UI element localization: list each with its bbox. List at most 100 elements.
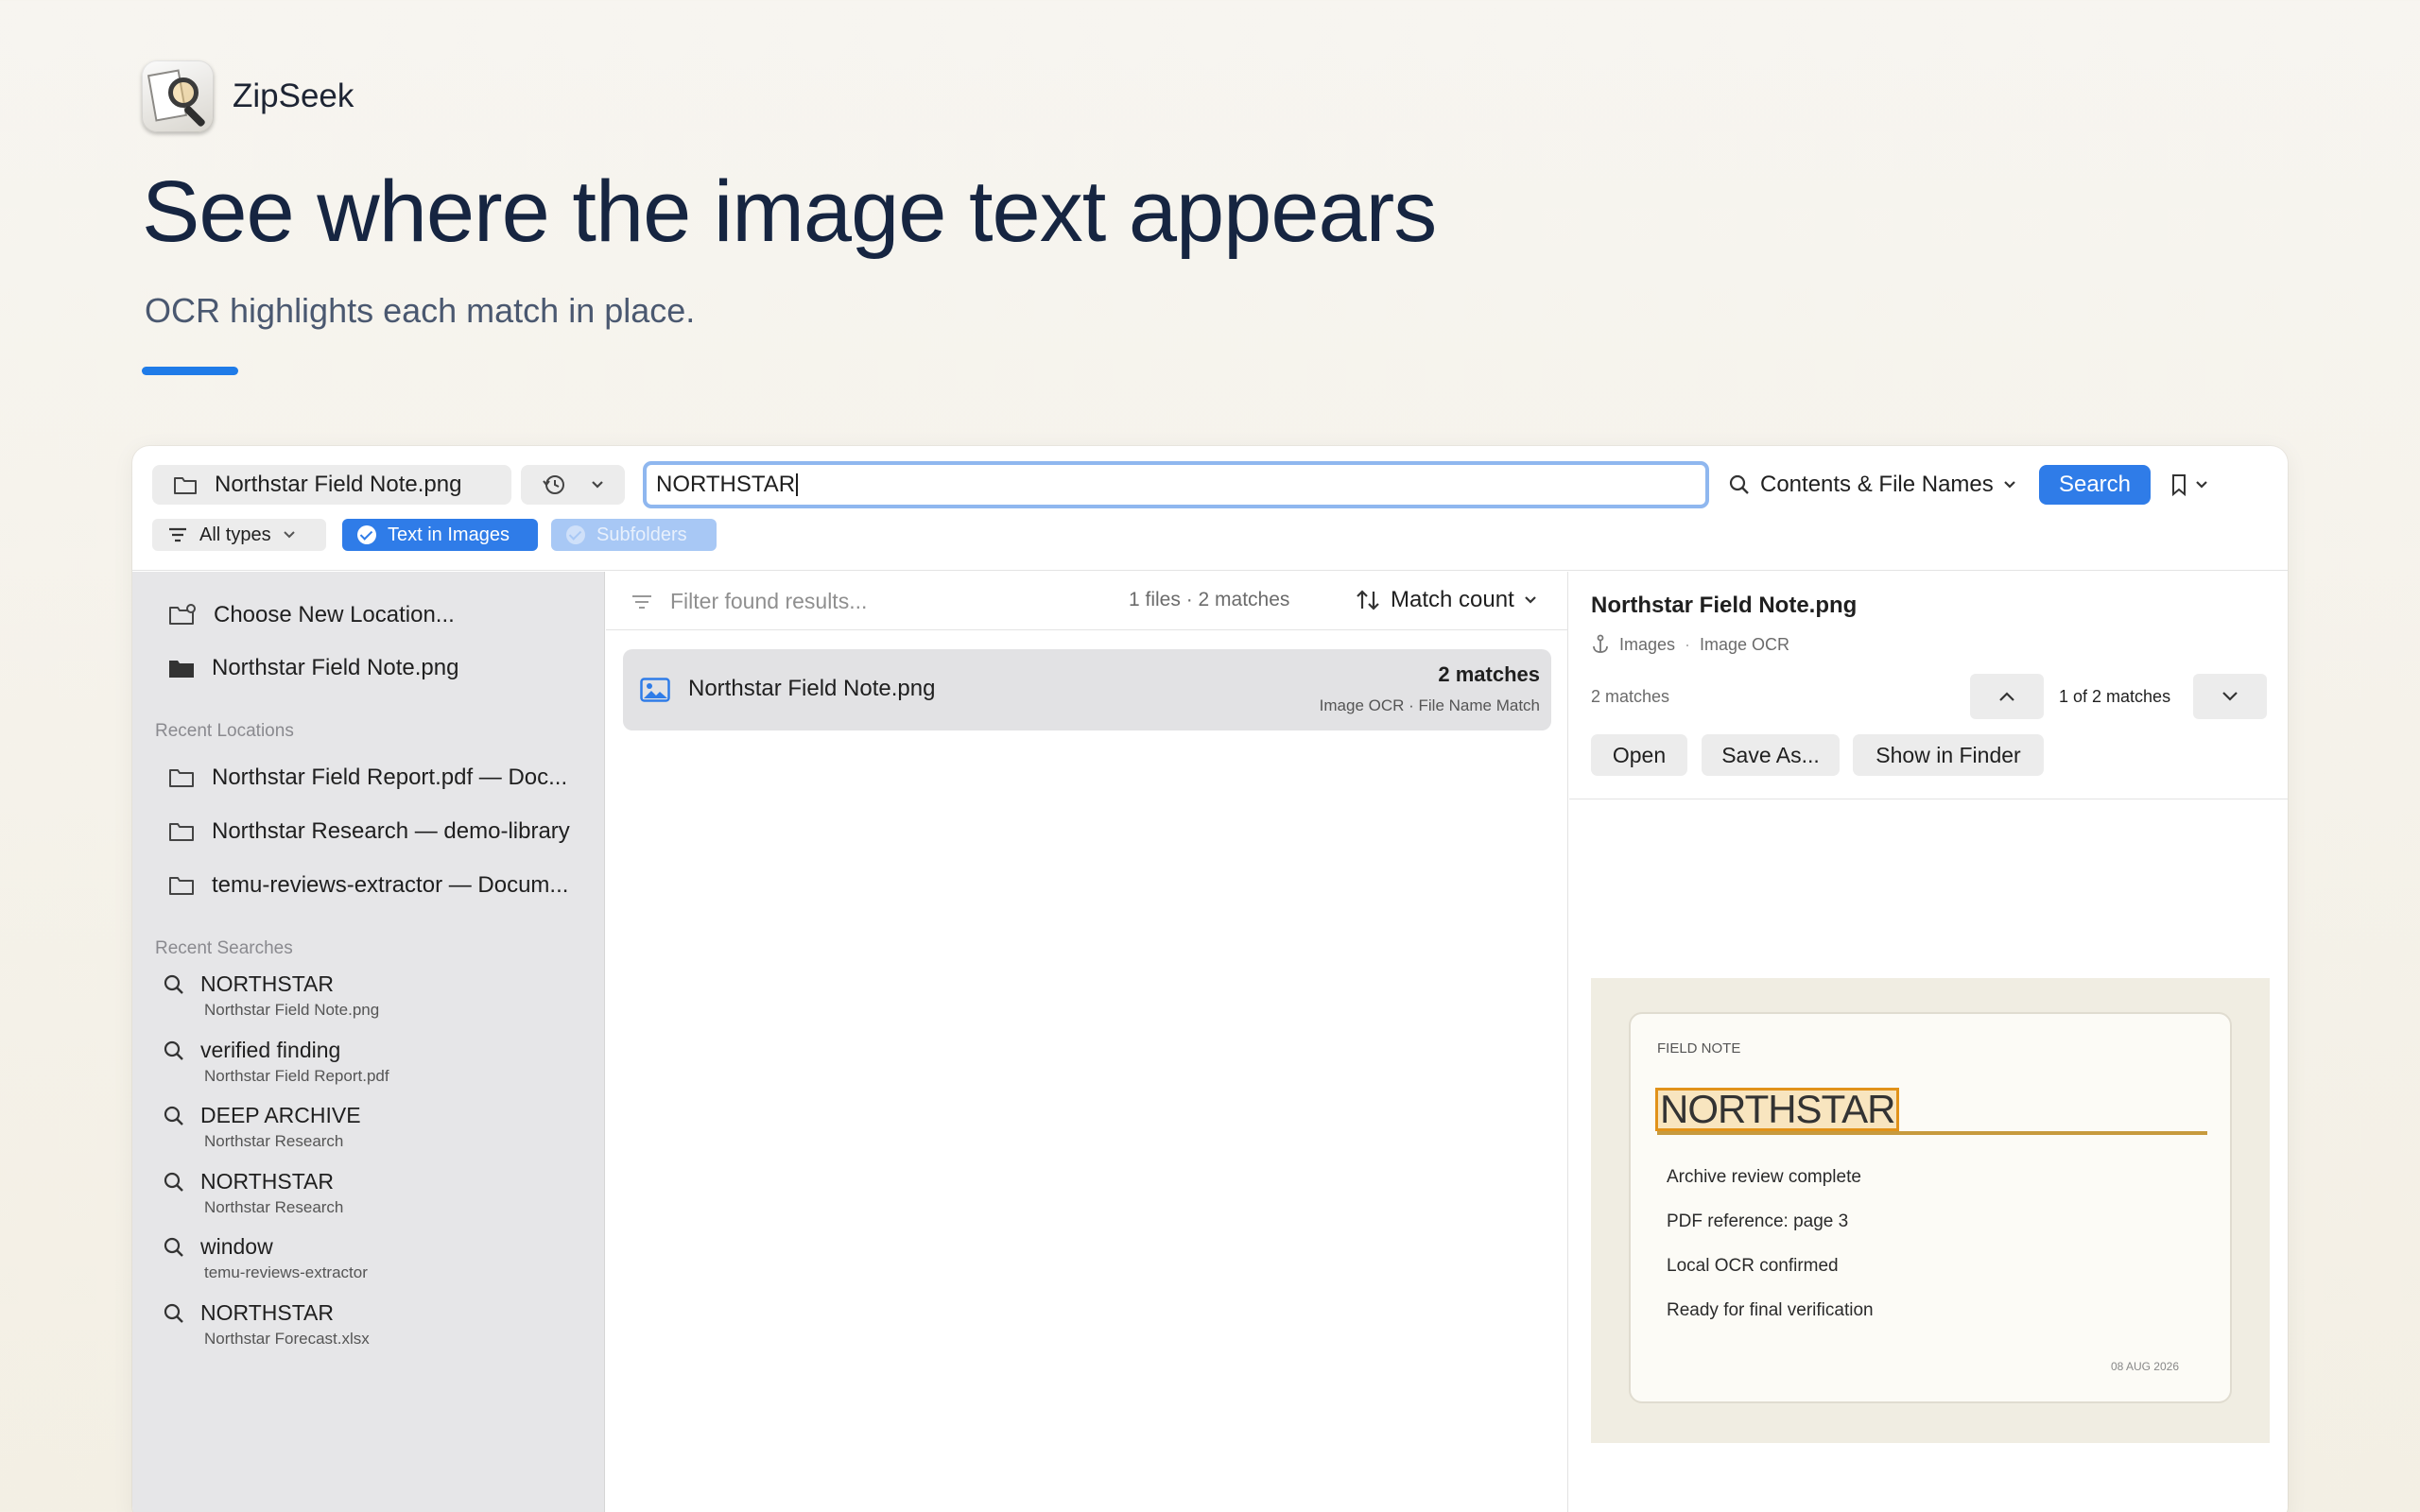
hero-accent-bar	[142, 367, 238, 375]
subfolders-label: Subfolders	[596, 524, 687, 545]
current-location-item[interactable]: Northstar Field Note.png	[168, 655, 458, 681]
save-as-button[interactable]: Save As...	[1702, 734, 1840, 776]
recent-location-item[interactable]: Northstar Research — demo-library	[168, 818, 570, 845]
previous-match-button[interactable]	[1970, 674, 2044, 719]
hero-subtitle: OCR highlights each match in place.	[145, 291, 696, 330]
note-underline	[1657, 1131, 2207, 1135]
recent-search-query: DEEP ARCHIVE	[200, 1103, 361, 1127]
location-label: Northstar Field Note.png	[215, 472, 462, 497]
preview-pane: Northstar Field Note.png Images · Image …	[1569, 572, 2288, 1512]
anchor-icon	[1591, 634, 1610, 655]
next-match-button[interactable]	[2193, 674, 2267, 719]
recent-search-item[interactable]: NORTHSTAR Northstar Field Note.png	[163, 971, 379, 1020]
filter-results-input[interactable]: Filter found results...	[631, 589, 867, 614]
location-button[interactable]: Northstar Field Note.png	[152, 465, 511, 505]
text-in-images-label: Text in Images	[388, 524, 510, 545]
recent-search-item[interactable]: window temu-reviews-extractor	[163, 1234, 368, 1282]
recent-search-location: Northstar Forecast.xlsx	[204, 1330, 370, 1348]
search-icon	[163, 1171, 185, 1194]
folder-plus-icon	[168, 604, 197, 627]
result-summary: 1 files · 2 matches	[1129, 589, 1290, 610]
app-icon	[142, 60, 214, 132]
choose-location-label: Choose New Location...	[214, 602, 455, 627]
show-in-finder-button[interactable]: Show in Finder	[1853, 734, 2044, 776]
text-in-images-toggle[interactable]: Text in Images	[342, 519, 538, 551]
recent-searches-heading: Recent Searches	[155, 938, 293, 958]
recent-search-item[interactable]: verified finding Northstar Field Report.…	[163, 1038, 389, 1086]
field-note-card: FIELD NOTE NORTHSTAR Archive review comp…	[1629, 1012, 2232, 1403]
search-icon	[163, 1040, 185, 1062]
recent-search-location: temu-reviews-extractor	[204, 1263, 368, 1281]
preview-meta: Images · Image OCR	[1591, 634, 1789, 655]
recent-search-item[interactable]: DEEP ARCHIVE Northstar Research	[163, 1103, 361, 1151]
recent-search-item[interactable]: NORTHSTAR Northstar Forecast.xlsx	[163, 1300, 370, 1349]
text-caret	[796, 473, 799, 496]
recent-search-query: window	[200, 1234, 273, 1259]
current-location-label: Northstar Field Note.png	[212, 655, 459, 680]
choose-location-item[interactable]: Choose New Location...	[168, 602, 455, 628]
history-button[interactable]	[521, 465, 625, 505]
recent-search-query: NORTHSTAR	[200, 1300, 334, 1325]
chevron-down-icon	[283, 530, 296, 540]
scope-label: Contents & File Names	[1760, 472, 1994, 497]
recent-location-item[interactable]: Northstar Field Report.pdf — Doc...	[168, 765, 567, 791]
bookmark-icon	[2170, 473, 2187, 496]
meta-separator: ·	[1685, 634, 1691, 654]
folder-icon	[168, 875, 195, 896]
recent-search-location: Northstar Field Report.pdf	[204, 1067, 389, 1085]
open-button[interactable]: Open	[1591, 734, 1687, 776]
chevron-down-icon	[591, 480, 604, 490]
result-row[interactable]: Northstar Field Note.png 2 matches Image…	[623, 649, 1551, 730]
search-icon	[163, 1302, 185, 1325]
chevron-up-icon	[1997, 691, 2016, 702]
note-line: Archive review complete	[1667, 1167, 1861, 1187]
preview-folder: Images	[1619, 634, 1676, 654]
recent-search-item[interactable]: NORTHSTAR Northstar Research	[163, 1169, 343, 1217]
chevron-down-icon	[1524, 595, 1537, 605]
note-line: Local OCR confirmed	[1667, 1256, 1839, 1276]
folder-icon	[168, 767, 195, 788]
search-icon	[163, 973, 185, 996]
brand-name: ZipSeek	[233, 77, 354, 114]
scope-dropdown[interactable]: Contents & File Names	[1728, 465, 2016, 505]
recent-search-location: Northstar Research	[204, 1132, 344, 1150]
preview-title: Northstar Field Note.png	[1591, 593, 1858, 618]
result-match-count: 2 matches	[1438, 662, 1540, 686]
recent-search-location: Northstar Research	[204, 1198, 344, 1216]
sort-dropdown[interactable]: Match count	[1355, 587, 1537, 613]
result-file-name: Northstar Field Note.png	[688, 676, 936, 701]
history-icon	[542, 472, 566, 497]
sort-label: Match count	[1391, 587, 1514, 612]
ocr-match-highlight: NORTHSTAR	[1655, 1088, 1900, 1131]
recent-search-query: verified finding	[200, 1038, 341, 1062]
recent-location-label: Northstar Research — demo-library	[212, 818, 570, 844]
toolbar: Northstar Field Note.png NORTHSTAR Conte…	[132, 446, 2288, 571]
sidebar: Choose New Location... Northstar Field N…	[132, 572, 605, 1512]
note-date: 08 AUG 2026	[2110, 1360, 2179, 1373]
result-match-kinds: Image OCR · File Name Match	[1319, 696, 1540, 714]
search-icon	[163, 1236, 185, 1259]
folder-filled-icon	[168, 658, 195, 679]
note-line: Ready for final verification	[1667, 1300, 1874, 1320]
note-kicker: FIELD NOTE	[1657, 1040, 1741, 1057]
results-pane: Filter found results... 1 files · 2 matc…	[606, 572, 1568, 1512]
match-position: 1 of 2 matches	[2059, 687, 2171, 706]
image-preview: FIELD NOTE NORTHSTAR Archive review comp…	[1591, 978, 2270, 1443]
results-filter-bar: Filter found results... 1 files · 2 matc…	[606, 572, 1567, 630]
image-file-icon	[640, 678, 670, 702]
preview-match-count: 2 matches	[1591, 687, 1670, 706]
recent-location-label: temu-reviews-extractor — Docum...	[212, 872, 569, 898]
search-button[interactable]: Search	[2039, 465, 2151, 505]
recent-location-item[interactable]: temu-reviews-extractor — Docum...	[168, 872, 568, 899]
filter-lines-icon	[631, 593, 653, 610]
chevron-down-icon	[2221, 691, 2239, 702]
search-input[interactable]: NORTHSTAR	[643, 461, 1709, 508]
preview-kind: Image OCR	[1700, 634, 1790, 654]
brand: ZipSeek	[142, 60, 354, 132]
subfolders-toggle[interactable]: Subfolders	[551, 519, 717, 551]
recent-search-location: Northstar Field Note.png	[204, 1001, 380, 1019]
app-window: Northstar Field Note.png NORTHSTAR Conte…	[132, 446, 2288, 1512]
checkmark-icon	[566, 525, 585, 544]
file-types-filter[interactable]: All types	[152, 519, 326, 551]
bookmark-menu[interactable]	[2170, 465, 2208, 505]
